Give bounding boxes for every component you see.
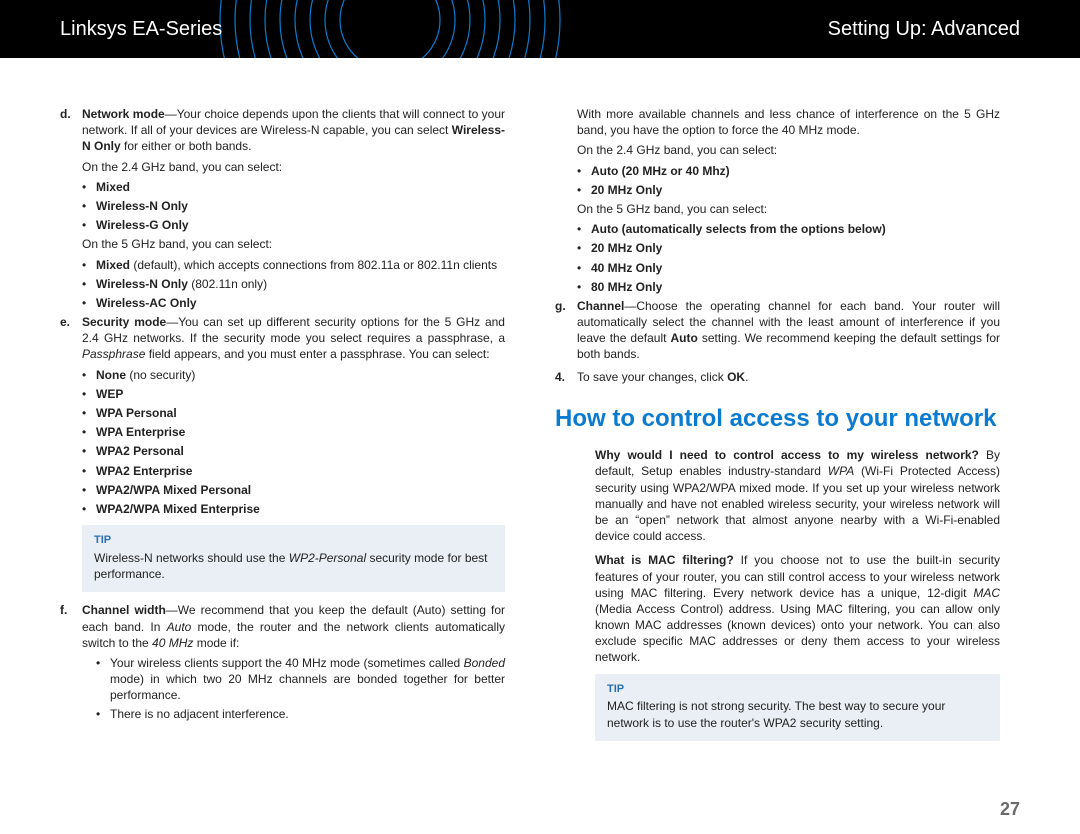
item-g: g. Channel—Choose the operating channel … bbox=[555, 298, 1000, 363]
list-item: Auto (20 MHz or 40 Mhz) bbox=[577, 163, 1000, 179]
c2-sub1: On the 2.4 GHz band, you can select: bbox=[577, 142, 1000, 158]
list-item: 40 MHz Only bbox=[577, 260, 1000, 276]
list-item: WPA2/WPA Mixed Enterprise bbox=[82, 501, 505, 517]
column-left: d. Network mode—Your choice depends upon… bbox=[60, 106, 505, 751]
page-number: 27 bbox=[1000, 799, 1020, 820]
list-item: None (no security) bbox=[82, 367, 505, 383]
list-item: WPA2/WPA Mixed Personal bbox=[82, 482, 505, 498]
c2-list2: Auto (automatically selects from the opt… bbox=[577, 221, 1000, 295]
tip-box-1: TIP Wireless-N networks should use the W… bbox=[82, 525, 505, 592]
list-item: Your wireless clients support the 40 MHz… bbox=[96, 655, 505, 704]
list-item: WPA Personal bbox=[82, 405, 505, 421]
tip-box-2: TIP MAC filtering is not strong security… bbox=[595, 674, 1000, 741]
page-header: Linksys EA-Series Setting Up: Advanced bbox=[0, 0, 1080, 58]
tip-label: TIP bbox=[94, 533, 493, 548]
e-list: None (no security) WEP WPA Personal WPA … bbox=[82, 367, 505, 518]
page-body: d. Network mode—Your choice depends upon… bbox=[0, 58, 1080, 751]
list-item: Mixed (default), which accepts connectio… bbox=[82, 257, 505, 273]
list-item: Auto (automatically selects from the opt… bbox=[577, 221, 1000, 237]
d-list1: Mixed Wireless-N Only Wireless-G Only bbox=[82, 179, 505, 234]
list-item: Wireless-AC Only bbox=[82, 295, 505, 311]
tip-label: TIP bbox=[607, 682, 988, 697]
header-section-title: Setting Up: Advanced bbox=[828, 18, 1020, 41]
d-sub2: On the 5 GHz band, you can select: bbox=[82, 236, 505, 252]
list-item: WPA2 Enterprise bbox=[82, 463, 505, 479]
item-f: f. Channel width—We recommend that you k… bbox=[60, 602, 505, 651]
tip-text: MAC filtering is not strong security. Th… bbox=[607, 698, 988, 730]
list-item: WPA2 Personal bbox=[82, 443, 505, 459]
paragraph: What is MAC filtering? If you choose not… bbox=[595, 552, 1000, 665]
c2-sub2: On the 5 GHz band, you can select: bbox=[577, 201, 1000, 217]
item-e: e. Security mode—You can set up differen… bbox=[60, 314, 505, 363]
list-item: 80 MHz Only bbox=[577, 279, 1000, 295]
list-item: WEP bbox=[82, 386, 505, 402]
c2-list1: Auto (20 MHz or 40 Mhz) 20 MHz Only bbox=[577, 163, 1000, 198]
section-heading: How to control access to your network bbox=[555, 403, 1000, 435]
list-item: Mixed bbox=[82, 179, 505, 195]
header-product-name: Linksys EA-Series bbox=[60, 18, 222, 41]
list-item: Wireless-N Only (802.11n only) bbox=[82, 276, 505, 292]
list-item: 20 MHz Only bbox=[577, 182, 1000, 198]
list-item: There is no adjacent interference. bbox=[96, 706, 505, 722]
d-list2: Mixed (default), which accepts connectio… bbox=[82, 257, 505, 312]
list-item: Wireless-N Only bbox=[82, 198, 505, 214]
paragraph: Why would I need to control access to my… bbox=[595, 447, 1000, 544]
list-item: WPA Enterprise bbox=[82, 424, 505, 440]
list-item: 20 MHz Only bbox=[577, 240, 1000, 256]
column-right: With more available channels and less ch… bbox=[555, 106, 1000, 751]
item-d: d. Network mode—Your choice depends upon… bbox=[60, 106, 505, 155]
section-body: Why would I need to control access to my… bbox=[595, 447, 1000, 665]
top-continuation: With more available channels and less ch… bbox=[555, 106, 1000, 138]
decorative-rings bbox=[210, 0, 570, 58]
f-list: Your wireless clients support the 40 MHz… bbox=[96, 655, 505, 723]
list-item: Wireless-G Only bbox=[82, 217, 505, 233]
tip-text: Wireless-N networks should use the WP2-P… bbox=[94, 550, 493, 582]
item-4: 4. To save your changes, click OK. bbox=[555, 369, 1000, 385]
d-sub1: On the 2.4 GHz band, you can select: bbox=[82, 159, 505, 175]
